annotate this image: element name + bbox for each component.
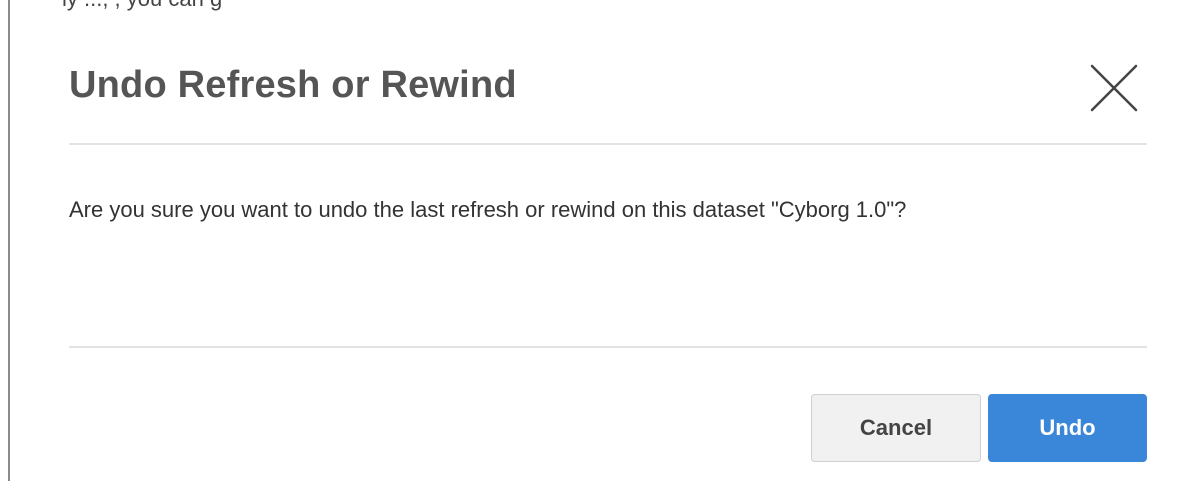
undo-refresh-dialog: Undo Refresh or Rewind Are you sure you … — [0, 0, 1202, 481]
footer-divider — [69, 346, 1147, 348]
header-divider — [69, 143, 1147, 145]
undo-button[interactable]: Undo — [988, 394, 1147, 462]
cancel-button[interactable]: Cancel — [811, 394, 981, 462]
close-button[interactable] — [1088, 62, 1140, 114]
dialog-title: Undo Refresh or Rewind — [69, 64, 517, 106]
dialog-message: Are you sure you want to undo the last r… — [69, 197, 907, 222]
close-icon — [1090, 64, 1138, 112]
